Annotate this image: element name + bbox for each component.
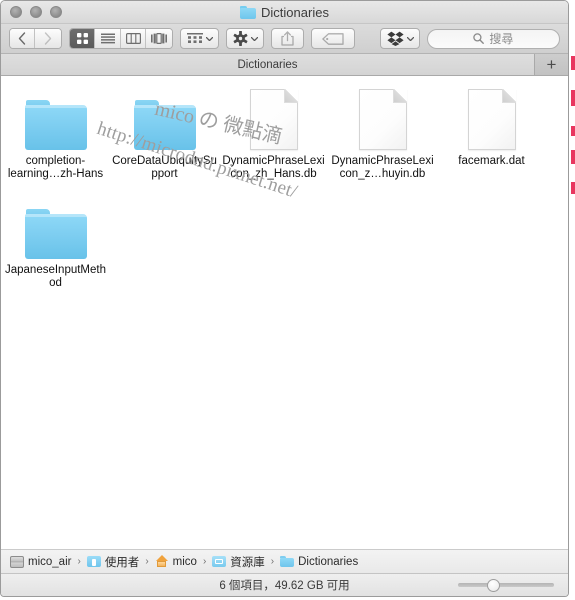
breadcrumb-label: mico_air	[28, 555, 72, 568]
breadcrumb-separator: ›	[77, 556, 81, 567]
folder-icon	[240, 5, 257, 19]
chevron-down-icon	[406, 36, 414, 41]
capture-artifact	[571, 182, 575, 194]
breadcrumb-label: mico	[172, 555, 197, 568]
capture-artifact	[571, 126, 575, 136]
dropbox-icon	[387, 31, 404, 46]
columns-icon	[125, 33, 141, 44]
file-name-label: facemark.dat	[458, 155, 525, 167]
file-name-label: DynamicPhraseLexicon_zh_Hans.db	[222, 155, 325, 180]
tab-label: Dictionaries	[237, 58, 298, 71]
new-tab-button[interactable]: +	[535, 54, 568, 75]
window-title-group: Dictionaries	[1, 1, 568, 23]
cover-flow-view-button[interactable]	[146, 29, 172, 48]
file-item[interactable]: DynamicPhraseLexicon_zh_Hans.db	[219, 86, 328, 181]
slider-track	[458, 583, 554, 587]
file-item[interactable]: CoreDataUbiquitySupport	[110, 86, 219, 181]
arrange-icon	[186, 32, 203, 43]
file-item[interactable]: facemark.dat	[437, 86, 546, 181]
tab-bar: Dictionaries +	[1, 54, 568, 76]
chevron-down-icon	[250, 36, 258, 41]
breadcrumb-mico-air[interactable]: mico_air	[10, 555, 72, 568]
folder-icon	[24, 209, 87, 259]
file-name-label: JapaneseInputMethod	[4, 264, 107, 289]
gear-icon	[233, 31, 248, 46]
home-folder-icon	[155, 555, 169, 568]
users-folder-icon	[86, 555, 101, 568]
window-titlebar[interactable]: Dictionaries	[1, 1, 568, 24]
search-field[interactable]: 搜尋	[426, 28, 560, 49]
file-name-label: DynamicPhraseLexicon_z…huyin.db	[331, 155, 434, 180]
file-icon-slot	[133, 86, 197, 150]
view-mode-button-group	[68, 28, 173, 49]
library-folder-icon	[212, 555, 227, 568]
file-name-label: completion-learning…zh-Hans	[7, 155, 104, 180]
document-icon	[249, 89, 298, 150]
icon-view-button[interactable]	[69, 29, 96, 48]
icon-size-slider[interactable]	[458, 578, 554, 592]
grid-icon	[76, 33, 88, 44]
folder-icon	[24, 100, 87, 150]
breadcrumb-separator: ›	[202, 556, 207, 567]
file-item[interactable]: JapaneseInputMethod	[1, 195, 110, 290]
document-icon	[358, 89, 407, 150]
search-icon	[473, 33, 485, 44]
dropbox-button[interactable]	[379, 28, 420, 49]
coverflow-icon	[151, 33, 168, 44]
file-icon-slot	[24, 86, 88, 150]
breadcrumb-label: Dictionaries	[298, 555, 359, 568]
capture-artifact	[571, 150, 575, 164]
path-bar: mico_air › 使用者 › mico › 資源庫 › Dictionari…	[1, 549, 568, 573]
hard-disk-icon	[10, 555, 24, 568]
column-view-button[interactable]	[120, 29, 147, 48]
edit-tags-button[interactable]	[311, 28, 355, 49]
file-item[interactable]: completion-learning…zh-Hans	[1, 86, 110, 181]
chevron-right-icon	[44, 32, 52, 45]
share-icon	[281, 31, 294, 46]
new-tab-label: +	[546, 55, 557, 74]
chevron-down-icon	[205, 36, 213, 41]
search-placeholder: 搜尋	[489, 32, 514, 46]
chevron-left-icon	[19, 32, 26, 45]
breadcrumb-dictionaries[interactable]: Dictionaries	[280, 555, 358, 568]
breadcrumb-separator: ›	[270, 556, 275, 567]
breadcrumb-label: 使用者	[104, 556, 140, 569]
file-icon-slot	[351, 86, 415, 150]
tab-dictionaries[interactable]: Dictionaries	[1, 54, 535, 75]
breadcrumb-label: 資源庫	[230, 556, 265, 569]
capture-artifact	[571, 90, 575, 106]
finder-toolbar: 搜尋	[1, 24, 568, 54]
share-button[interactable]	[270, 28, 305, 49]
breadcrumb-separator: ›	[145, 556, 149, 567]
arrange-by-button[interactable]	[179, 28, 219, 49]
folder-icon	[280, 555, 295, 568]
action-button[interactable]	[225, 28, 264, 49]
file-name-label: CoreDataUbiquitySupport	[112, 155, 217, 180]
window-title: Dictionaries	[261, 4, 329, 20]
tag-icon	[322, 32, 344, 45]
breadcrumb-mico[interactable]: mico	[155, 555, 197, 568]
back-button[interactable]	[10, 29, 36, 48]
breadcrumb-library[interactable]: 資源庫	[212, 554, 265, 570]
file-icon-slot	[242, 86, 306, 150]
breadcrumb-users[interactable]: 使用者	[86, 554, 140, 570]
file-list-area[interactable]: completion-learning…zh-Hans CoreDataUbiq…	[1, 76, 568, 549]
file-icon-slot	[460, 86, 524, 150]
capture-artifact	[571, 56, 575, 70]
forward-button[interactable]	[35, 29, 61, 48]
status-bar: 6 個項目，49.62 GB 可用	[1, 573, 568, 596]
list-view-button[interactable]	[95, 29, 121, 48]
folder-icon	[133, 100, 196, 150]
file-icon-slot	[24, 195, 88, 259]
slider-knob[interactable]	[487, 578, 501, 592]
list-icon	[100, 33, 115, 44]
icon-grid: completion-learning…zh-Hans CoreDataUbiq…	[1, 76, 568, 304]
finder-window: Dictionaries 搜尋 Dictionaries + completio…	[0, 0, 569, 597]
navigation-button-group	[9, 28, 62, 49]
document-icon	[467, 89, 516, 150]
file-item[interactable]: DynamicPhraseLexicon_z…huyin.db	[328, 86, 437, 181]
